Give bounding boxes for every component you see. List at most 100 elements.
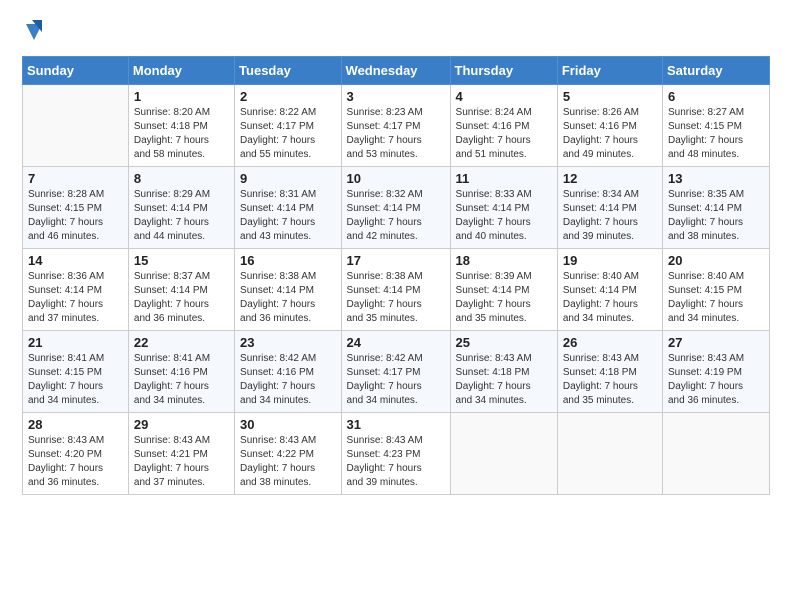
calendar-week-5: 28Sunrise: 8:43 AM Sunset: 4:20 PM Dayli… — [23, 413, 770, 495]
day-info: Sunrise: 8:31 AM Sunset: 4:14 PM Dayligh… — [240, 188, 335, 244]
day-info: Sunrise: 8:20 AM Sunset: 4:18 PM Dayligh… — [134, 106, 229, 162]
calendar-cell: 10 Sunrise: 8:32 AM Sunset: 4:14 PM Dayli… — [341, 167, 450, 249]
day-number: 1 — [134, 89, 229, 104]
day-number: 13 — [668, 171, 764, 186]
day-info: Sunrise: 8:43 AM Sunset: 4:18 PM Dayligh… — [456, 352, 552, 408]
calendar-cell: 14 Sunrise: 8:36 AM Sunset: 4:14 PM Dayli… — [23, 249, 129, 331]
day-number: 26 — [563, 335, 657, 350]
calendar-cell: 24 Sunrise: 8:42 AM Sunset: 4:17 PM Dayli… — [341, 331, 450, 413]
day-number: 24 — [347, 335, 445, 350]
day-info: Sunrise: 8:29 AM Sunset: 4:14 PM Dayligh… — [134, 188, 229, 244]
day-info: Sunrise: 8:43 AM Sunset: 4:18 PM Dayligh… — [563, 352, 657, 408]
day-info: Sunrise: 8:43 AM Sunset: 4:20 PM Dayligh… — [28, 434, 123, 490]
calendar-cell: 20 Sunrise: 8:40 AM Sunset: 4:15 PM Dayli… — [662, 249, 769, 331]
calendar-cell: 15 Sunrise: 8:37 AM Sunset: 4:14 PM Dayli… — [128, 249, 234, 331]
day-info: Sunrise: 8:35 AM Sunset: 4:14 PM Dayligh… — [668, 188, 764, 244]
calendar-cell: 19Sunrise: 8:40 AM Sunset: 4:14 PM Dayli… — [557, 249, 662, 331]
calendar-cell: 31 Sunrise: 8:43 AM Sunset: 4:23 PM Dayli… — [341, 413, 450, 495]
weekday-header-monday: Monday — [128, 57, 234, 85]
day-info: Sunrise: 8:42 AM Sunset: 4:16 PM Dayligh… — [240, 352, 335, 408]
day-info: Sunrise: 8:38 AM Sunset: 4:14 PM Dayligh… — [240, 270, 335, 326]
day-info: Sunrise: 8:43 AM Sunset: 4:22 PM Dayligh… — [240, 434, 335, 490]
weekday-header-saturday: Saturday — [662, 57, 769, 85]
calendar-cell — [662, 413, 769, 495]
calendar-week-4: 21 Sunrise: 8:41 AM Sunset: 4:15 PM Dayli… — [23, 331, 770, 413]
weekday-header-tuesday: Tuesday — [235, 57, 341, 85]
day-number: 8 — [134, 171, 229, 186]
day-info: Sunrise: 8:26 AM Sunset: 4:16 PM Dayligh… — [563, 106, 657, 162]
day-number: 21 — [28, 335, 123, 350]
calendar-cell: 27 Sunrise: 8:43 AM Sunset: 4:19 PM Dayli… — [662, 331, 769, 413]
calendar-cell: 30Sunrise: 8:43 AM Sunset: 4:22 PM Dayli… — [235, 413, 341, 495]
page: SundayMondayTuesdayWednesdayThursdayFrid… — [0, 0, 792, 612]
day-number: 11 — [456, 171, 552, 186]
day-info: Sunrise: 8:37 AM Sunset: 4:14 PM Dayligh… — [134, 270, 229, 326]
logo-icon — [24, 18, 44, 46]
calendar-cell: 6Sunrise: 8:27 AM Sunset: 4:15 PM Daylig… — [662, 85, 769, 167]
calendar-cell: 12 Sunrise: 8:34 AM Sunset: 4:14 PM Dayli… — [557, 167, 662, 249]
calendar-cell: 8 Sunrise: 8:29 AM Sunset: 4:14 PM Daylig… — [128, 167, 234, 249]
day-number: 22 — [134, 335, 229, 350]
calendar-cell: 1 Sunrise: 8:20 AM Sunset: 4:18 PM Daylig… — [128, 85, 234, 167]
day-number: 9 — [240, 171, 335, 186]
day-info: Sunrise: 8:24 AM Sunset: 4:16 PM Dayligh… — [456, 106, 552, 162]
calendar-cell — [557, 413, 662, 495]
day-info: Sunrise: 8:38 AM Sunset: 4:14 PM Dayligh… — [347, 270, 445, 326]
calendar-cell: 2Sunrise: 8:22 AM Sunset: 4:17 PM Daylig… — [235, 85, 341, 167]
calendar-table: SundayMondayTuesdayWednesdayThursdayFrid… — [22, 56, 770, 495]
day-number: 17 — [347, 253, 445, 268]
day-number: 23 — [240, 335, 335, 350]
day-number: 14 — [28, 253, 123, 268]
calendar-cell: 22 Sunrise: 8:41 AM Sunset: 4:16 PM Dayli… — [128, 331, 234, 413]
day-number: 10 — [347, 171, 445, 186]
calendar-cell: 16 Sunrise: 8:38 AM Sunset: 4:14 PM Dayli… — [235, 249, 341, 331]
calendar-cell: 13 Sunrise: 8:35 AM Sunset: 4:14 PM Dayli… — [662, 167, 769, 249]
day-info: Sunrise: 8:23 AM Sunset: 4:17 PM Dayligh… — [347, 106, 445, 162]
day-info: Sunrise: 8:33 AM Sunset: 4:14 PM Dayligh… — [456, 188, 552, 244]
day-info: Sunrise: 8:40 AM Sunset: 4:15 PM Dayligh… — [668, 270, 764, 326]
day-number: 31 — [347, 417, 445, 432]
day-number: 5 — [563, 89, 657, 104]
calendar-cell: 21 Sunrise: 8:41 AM Sunset: 4:15 PM Dayli… — [23, 331, 129, 413]
day-info: Sunrise: 8:42 AM Sunset: 4:17 PM Dayligh… — [347, 352, 445, 408]
day-info: Sunrise: 8:43 AM Sunset: 4:19 PM Dayligh… — [668, 352, 764, 408]
day-number: 3 — [347, 89, 445, 104]
day-info: Sunrise: 8:43 AM Sunset: 4:21 PM Dayligh… — [134, 434, 229, 490]
calendar-cell: 23 Sunrise: 8:42 AM Sunset: 4:16 PM Dayli… — [235, 331, 341, 413]
day-info: Sunrise: 8:34 AM Sunset: 4:14 PM Dayligh… — [563, 188, 657, 244]
header — [22, 18, 770, 46]
day-number: 4 — [456, 89, 552, 104]
calendar-cell: 18Sunrise: 8:39 AM Sunset: 4:14 PM Dayli… — [450, 249, 557, 331]
day-info: Sunrise: 8:27 AM Sunset: 4:15 PM Dayligh… — [668, 106, 764, 162]
calendar-cell: 5 Sunrise: 8:26 AM Sunset: 4:16 PM Daylig… — [557, 85, 662, 167]
calendar-cell: 26 Sunrise: 8:43 AM Sunset: 4:18 PM Dayli… — [557, 331, 662, 413]
day-info: Sunrise: 8:22 AM Sunset: 4:17 PM Dayligh… — [240, 106, 335, 162]
day-info: Sunrise: 8:40 AM Sunset: 4:14 PM Dayligh… — [563, 270, 657, 326]
day-number: 29 — [134, 417, 229, 432]
calendar-cell: 28Sunrise: 8:43 AM Sunset: 4:20 PM Dayli… — [23, 413, 129, 495]
day-info: Sunrise: 8:41 AM Sunset: 4:15 PM Dayligh… — [28, 352, 123, 408]
day-number: 7 — [28, 171, 123, 186]
calendar-cell: 17 Sunrise: 8:38 AM Sunset: 4:14 PM Dayli… — [341, 249, 450, 331]
day-info: Sunrise: 8:36 AM Sunset: 4:14 PM Dayligh… — [28, 270, 123, 326]
calendar-cell: 4 Sunrise: 8:24 AM Sunset: 4:16 PM Daylig… — [450, 85, 557, 167]
calendar-cell — [23, 85, 129, 167]
day-number: 25 — [456, 335, 552, 350]
day-info: Sunrise: 8:32 AM Sunset: 4:14 PM Dayligh… — [347, 188, 445, 244]
day-info: Sunrise: 8:28 AM Sunset: 4:15 PM Dayligh… — [28, 188, 123, 244]
calendar-week-1: 1 Sunrise: 8:20 AM Sunset: 4:18 PM Daylig… — [23, 85, 770, 167]
day-number: 20 — [668, 253, 764, 268]
day-number: 15 — [134, 253, 229, 268]
calendar-cell: 29 Sunrise: 8:43 AM Sunset: 4:21 PM Dayli… — [128, 413, 234, 495]
day-number: 18 — [456, 253, 552, 268]
day-number: 12 — [563, 171, 657, 186]
day-number: 16 — [240, 253, 335, 268]
calendar-cell: 7 Sunrise: 8:28 AM Sunset: 4:15 PM Daylig… — [23, 167, 129, 249]
weekday-header-sunday: Sunday — [23, 57, 129, 85]
calendar-cell: 3 Sunrise: 8:23 AM Sunset: 4:17 PM Daylig… — [341, 85, 450, 167]
calendar-cell: 9 Sunrise: 8:31 AM Sunset: 4:14 PM Daylig… — [235, 167, 341, 249]
calendar-week-3: 14 Sunrise: 8:36 AM Sunset: 4:14 PM Dayli… — [23, 249, 770, 331]
day-info: Sunrise: 8:41 AM Sunset: 4:16 PM Dayligh… — [134, 352, 229, 408]
day-info: Sunrise: 8:43 AM Sunset: 4:23 PM Dayligh… — [347, 434, 445, 490]
day-number: 27 — [668, 335, 764, 350]
